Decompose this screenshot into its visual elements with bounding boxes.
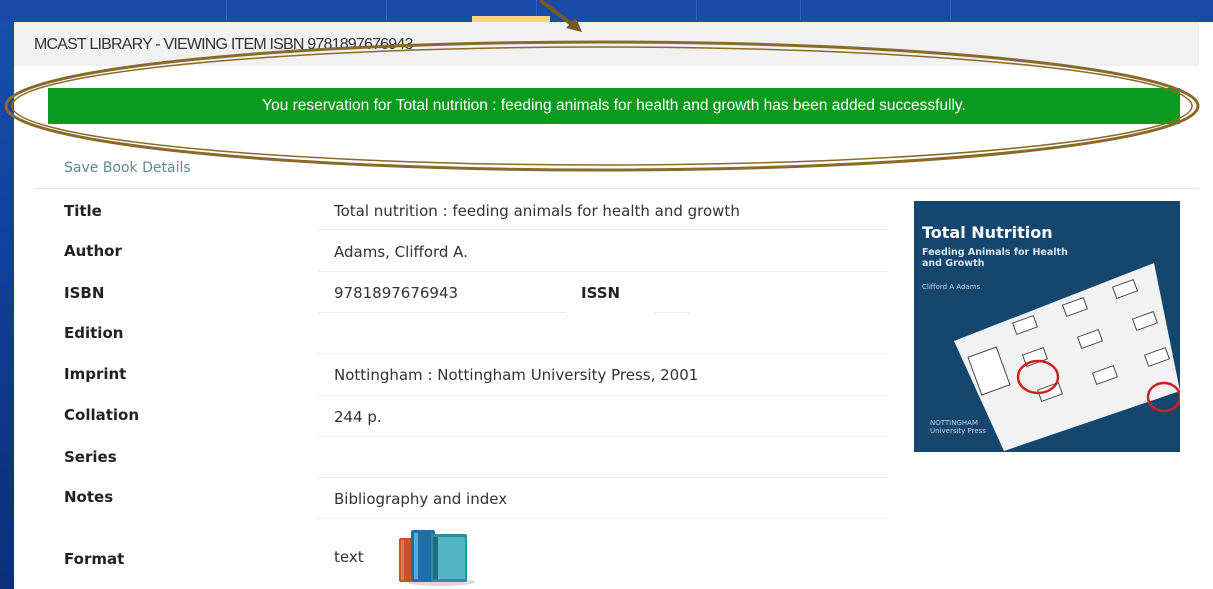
annotation-overlay [4,0,1200,172]
annotation-arrow-icon [538,0,582,32]
